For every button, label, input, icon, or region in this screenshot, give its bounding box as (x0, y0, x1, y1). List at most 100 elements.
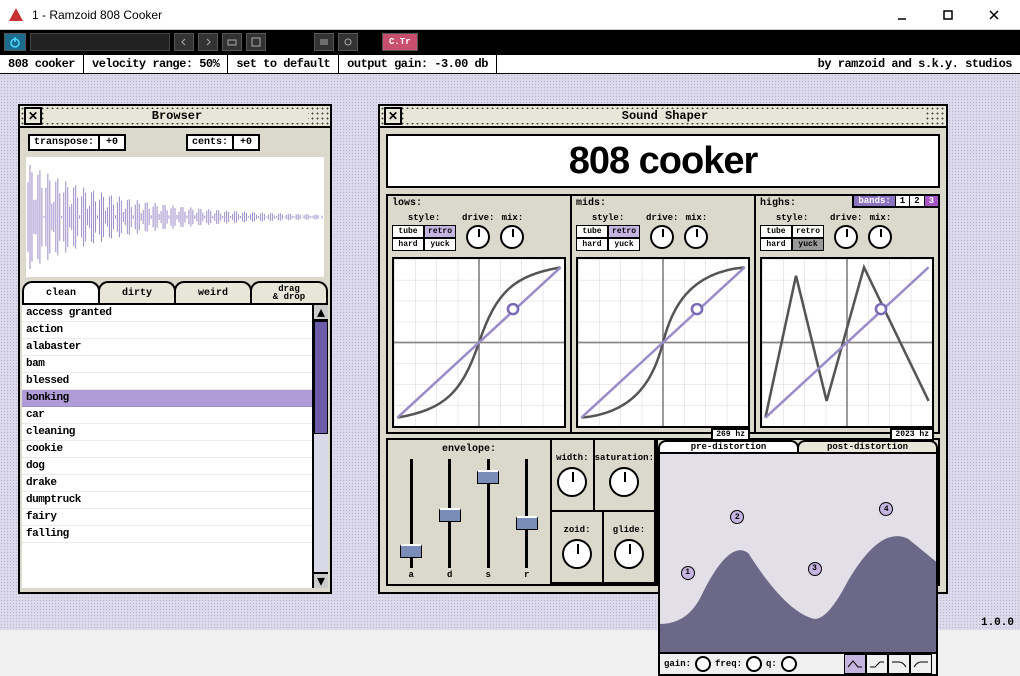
style-tube[interactable]: tube (760, 225, 792, 238)
width-knob[interactable] (557, 467, 587, 497)
eq-graph[interactable]: 1 2 3 4 (658, 452, 938, 652)
crossover-freq[interactable]: 2023 hz (890, 428, 934, 441)
bands-count-3[interactable]: 3 (924, 196, 938, 206)
style-yuck[interactable]: yuck (608, 238, 640, 251)
filter-peak-icon[interactable] (844, 654, 866, 674)
env-s-slider[interactable] (487, 459, 490, 568)
list-button[interactable] (314, 33, 334, 51)
list-item[interactable]: dumptruck (22, 492, 312, 509)
preset-list[interactable]: access grantedactionalabasterbamblessedb… (22, 305, 312, 588)
filter-lowpass-icon[interactable] (888, 654, 910, 674)
eq-tab-post-distortion[interactable]: post-distortion (797, 440, 938, 452)
eq-node-4[interactable]: 4 (879, 502, 893, 516)
list-item[interactable]: falling (22, 526, 312, 543)
scroll-down-button[interactable]: ▾ (314, 572, 328, 588)
bands-count-2[interactable]: 2 (909, 196, 923, 206)
list-item[interactable]: alabaster (22, 339, 312, 356)
browser-tab-weird[interactable]: weird (174, 281, 252, 303)
output-gain-readout[interactable]: output gain: -3.00 db (339, 55, 497, 73)
list-scrollbar[interactable]: ▴ ▾ (312, 305, 328, 588)
close-window-button[interactable] (976, 3, 1012, 27)
set-default-button[interactable]: set to default (228, 55, 339, 73)
eq-node-2[interactable]: 2 (730, 510, 744, 524)
browser-panel: ✕ Browser transpose: +0 cents: +0 cleand… (18, 104, 332, 594)
width-cell: width: (550, 438, 595, 512)
prev-preset-button[interactable] (174, 33, 194, 51)
style-yuck[interactable]: yuck (424, 238, 456, 251)
drive-knob[interactable] (466, 225, 490, 249)
env-r-slider[interactable] (525, 459, 528, 568)
next-preset-button[interactable] (198, 33, 218, 51)
list-item[interactable]: bam (22, 356, 312, 373)
style-hard[interactable]: hard (760, 238, 792, 251)
saturation-knob[interactable] (609, 467, 639, 497)
env-a-slider[interactable] (410, 459, 413, 568)
crossover-freq[interactable]: 269 hz (711, 428, 750, 441)
style-hard[interactable]: hard (392, 238, 424, 251)
shaper-title: Sound Shaper (406, 109, 924, 123)
eq-node-1[interactable]: 1 (681, 566, 695, 580)
eq-section: pre-distortionpost-distortion 1234 gain:… (656, 438, 940, 586)
zoid-knob[interactable] (562, 539, 592, 569)
browser-tab-drag-drop[interactable]: drag& drop (250, 281, 328, 303)
maximize-button[interactable] (930, 3, 966, 27)
bands-count-1[interactable]: 1 (895, 196, 909, 206)
scroll-up-button[interactable]: ▴ (314, 305, 328, 321)
drive-knob[interactable] (834, 225, 858, 249)
band-mids: mids:style:tuberetrohardyuckdrive:mix: 2… (570, 194, 756, 434)
transpose-control[interactable]: transpose: +0 (28, 134, 126, 151)
eq-freq-knob[interactable] (746, 656, 762, 672)
list-item[interactable]: access granted (22, 305, 312, 322)
ctr-button[interactable]: C.Tr (382, 33, 418, 51)
list-item[interactable]: cleaning (22, 424, 312, 441)
filter-highpass-icon[interactable] (910, 654, 932, 674)
power-button[interactable] (4, 33, 26, 51)
glide-knob[interactable] (614, 539, 644, 569)
browser-tab-clean[interactable]: clean (22, 281, 100, 303)
distortion-curve[interactable]: 269 hz (576, 257, 750, 428)
modulation-section: width: saturation: zoid: glide: (550, 438, 658, 586)
filter-lowshelf-icon[interactable] (866, 654, 888, 674)
style-tube[interactable]: tube (392, 225, 424, 238)
minimize-button[interactable] (884, 3, 920, 27)
style-yuck[interactable]: yuck (792, 238, 824, 251)
velocity-readout[interactable]: velocity range: 50% (84, 55, 228, 73)
list-item[interactable]: cookie (22, 441, 312, 458)
mix-knob[interactable] (684, 225, 708, 249)
drive-knob[interactable] (650, 225, 674, 249)
style-tube[interactable]: tube (576, 225, 608, 238)
list-item[interactable]: car (22, 407, 312, 424)
browser-tab-dirty[interactable]: dirty (98, 281, 176, 303)
cents-control[interactable]: cents: +0 (186, 134, 260, 151)
info-bar: 808 cooker velocity range: 50% set to de… (0, 54, 1020, 74)
distortion-curve[interactable] (392, 257, 566, 428)
settings-button[interactable] (338, 33, 358, 51)
eq-tab-pre-distortion[interactable]: pre-distortion (658, 440, 799, 452)
list-item[interactable]: fairy (22, 509, 312, 526)
list-item[interactable]: dog (22, 458, 312, 475)
eq-node-3[interactable]: 3 (808, 562, 822, 576)
eq-q-knob[interactable] (781, 656, 797, 672)
list-item[interactable]: drake (22, 475, 312, 492)
style-retro[interactable]: retro (792, 225, 824, 238)
env-d-slider[interactable] (448, 459, 451, 568)
mix-knob[interactable] (868, 225, 892, 249)
list-item[interactable]: action (22, 322, 312, 339)
preset-display[interactable] (30, 33, 170, 51)
eq-gain-knob[interactable] (695, 656, 711, 672)
style-retro[interactable]: retro (424, 225, 456, 238)
credits: by ramzoid and s.k.y. studios (810, 57, 1020, 71)
list-item[interactable]: bonking (22, 390, 312, 407)
shaper-close-button[interactable]: ✕ (384, 107, 402, 125)
scroll-thumb[interactable] (314, 321, 328, 434)
style-retro[interactable]: retro (608, 225, 640, 238)
save-button[interactable] (246, 33, 266, 51)
open-folder-button[interactable] (222, 33, 242, 51)
version-label: 1.0.0 (981, 617, 1014, 629)
zoid-cell: zoid: (550, 510, 604, 584)
mix-knob[interactable] (500, 225, 524, 249)
style-hard[interactable]: hard (576, 238, 608, 251)
list-item[interactable]: blessed (22, 373, 312, 390)
distortion-curve[interactable]: 2023 hz (760, 257, 934, 428)
browser-close-button[interactable]: ✕ (24, 107, 42, 125)
